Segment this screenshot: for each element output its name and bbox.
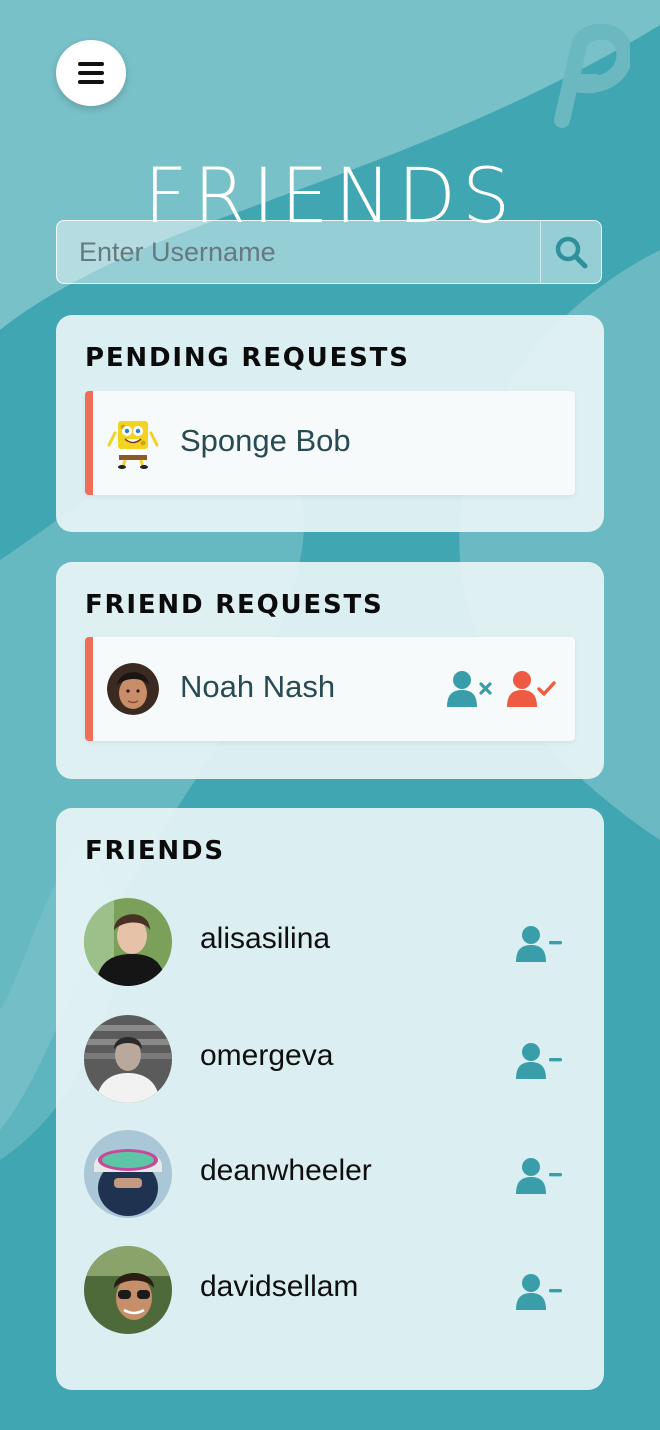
friend-name: omergeva bbox=[200, 1039, 334, 1072]
pending-requests-card: PENDING REQUESTS Sponge Bob bbox=[56, 315, 604, 532]
sponge-bob-avatar bbox=[107, 421, 159, 469]
hamburger-menu-icon bbox=[78, 62, 104, 84]
user-x-icon[interactable] bbox=[447, 670, 493, 708]
pending-request-row[interactable]: Sponge Bob bbox=[85, 391, 575, 495]
search-bar bbox=[56, 220, 602, 284]
friends-list-title: FRIENDS bbox=[85, 836, 225, 866]
user-minus-icon[interactable] bbox=[516, 1157, 562, 1195]
user-minus-icon[interactable] bbox=[516, 925, 562, 963]
deanwheeler-avatar bbox=[84, 1130, 172, 1218]
friend-name: alisasilina bbox=[200, 922, 331, 955]
noah-nash-avatar bbox=[107, 663, 159, 715]
friend-name: deanwheeler bbox=[200, 1154, 372, 1187]
friend-requests-card: FRIEND REQUESTS Noah Nash bbox=[56, 562, 604, 779]
omergeva-avatar bbox=[84, 1015, 172, 1103]
friend-list-item[interactable]: davidsellam bbox=[84, 1246, 574, 1336]
friend-list-item[interactable]: omergeva bbox=[84, 1015, 574, 1105]
pending-requests-title: PENDING REQUESTS bbox=[85, 343, 410, 373]
friend-name: davidsellam bbox=[200, 1270, 359, 1303]
friends-card: FRIENDS alisasilina omergeva deanwheeler… bbox=[56, 808, 604, 1390]
search-icon bbox=[555, 236, 588, 269]
menu-button[interactable] bbox=[56, 40, 126, 106]
user-minus-icon[interactable] bbox=[516, 1042, 562, 1080]
search-button[interactable] bbox=[540, 221, 601, 283]
alisasilina-avatar bbox=[84, 898, 172, 986]
app-logo-p-icon bbox=[554, 23, 630, 128]
davidsellam-avatar bbox=[84, 1246, 172, 1334]
username-search-input[interactable] bbox=[57, 221, 540, 283]
friend-list-item[interactable]: alisasilina bbox=[84, 898, 574, 988]
friend-request-row[interactable]: Noah Nash bbox=[85, 637, 575, 741]
pending-request-name: Sponge Bob bbox=[180, 423, 351, 458]
user-check-icon[interactable] bbox=[507, 670, 557, 708]
friend-list-item[interactable]: deanwheeler bbox=[84, 1130, 574, 1220]
user-minus-icon[interactable] bbox=[516, 1273, 562, 1311]
friend-requests-title: FRIEND REQUESTS bbox=[85, 590, 384, 620]
friend-request-name: Noah Nash bbox=[180, 669, 336, 704]
